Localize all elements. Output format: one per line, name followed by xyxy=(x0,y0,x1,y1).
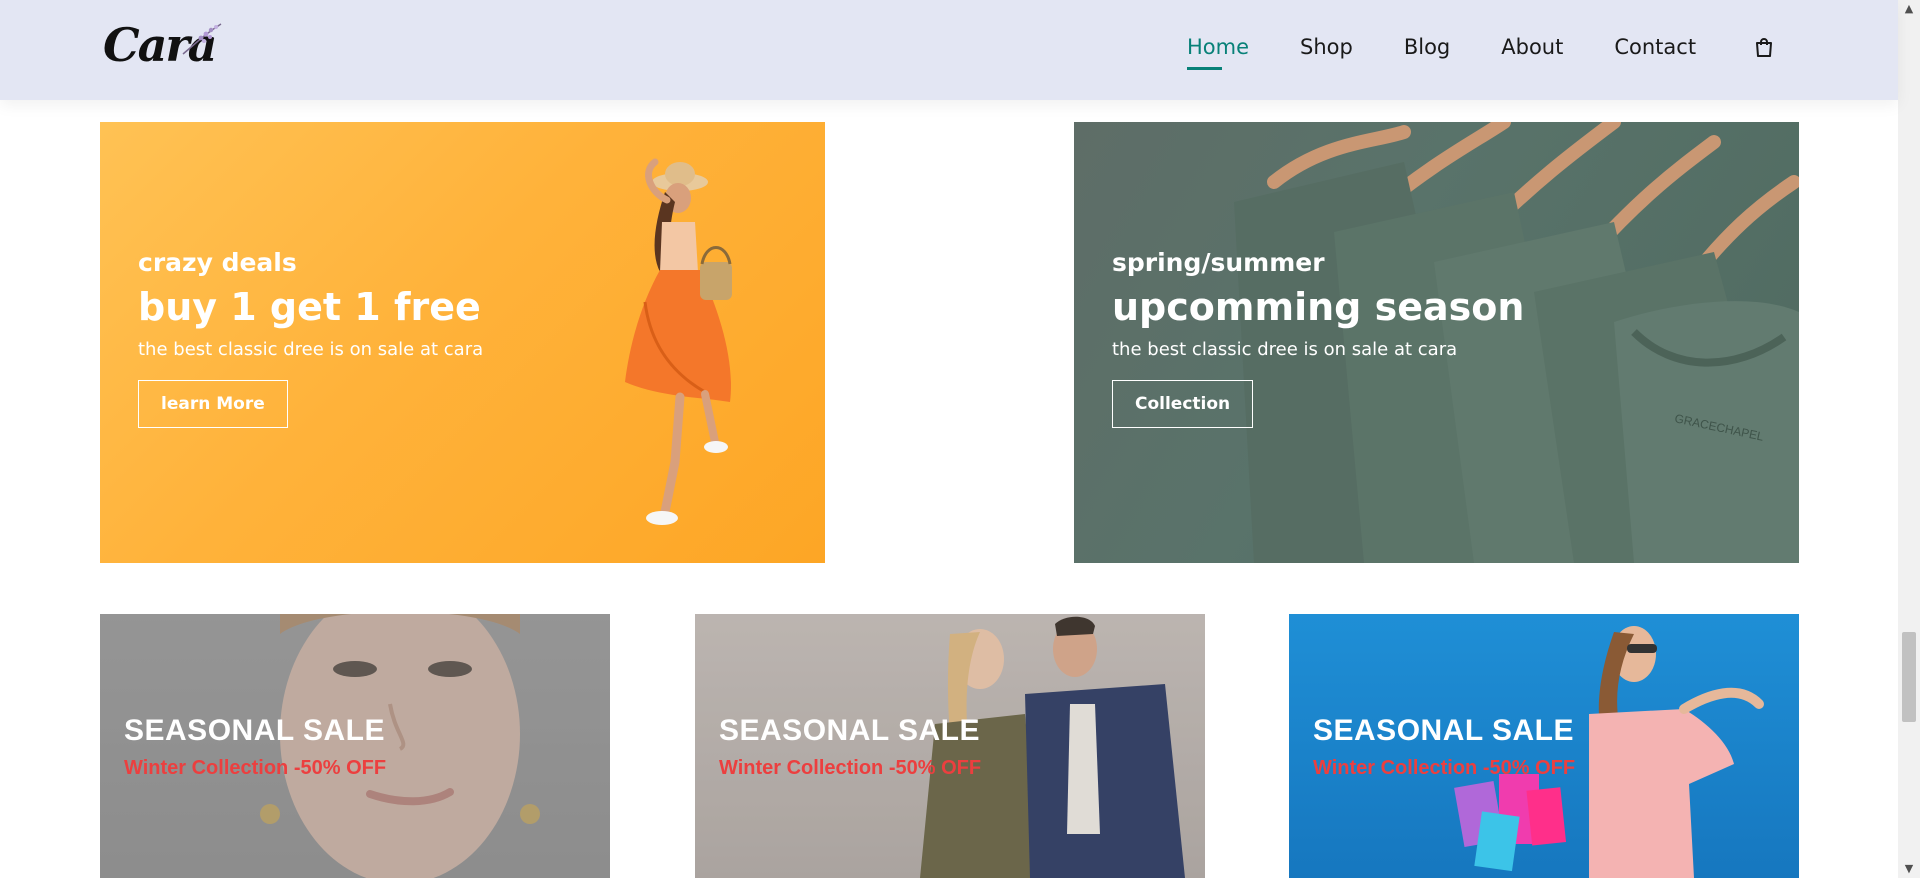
banner-description: the best classic dree is on sale at cara xyxy=(1112,339,1458,360)
nav-contact[interactable]: Contact xyxy=(1614,28,1696,66)
sale-description: Winter Collection -50% OFF xyxy=(1313,757,1576,779)
banner-description: the best classic dree is on sale at cara xyxy=(138,339,484,360)
seasonal-sale-banner-1[interactable]: SEASONAL SALE Winter Collection -50% OFF xyxy=(100,614,610,878)
banner-title: upcomming season xyxy=(1112,285,1525,329)
banner-crazy-deals-text: crazy deals buy 1 get 1 free the best cl… xyxy=(138,248,483,428)
seasonal-sale-text: SEASONAL SALE Winter Collection -50% OFF xyxy=(1313,713,1575,781)
nav-about[interactable]: About xyxy=(1501,28,1563,66)
collection-button[interactable]: Collection xyxy=(1112,380,1254,428)
sale-title: SEASONAL SALE xyxy=(719,714,980,747)
banner-crazy-deals: crazy deals buy 1 get 1 free the best cl… xyxy=(100,122,825,563)
shopping-bag-icon[interactable] xyxy=(1753,36,1775,58)
banner-subtitle: crazy deals xyxy=(138,248,297,277)
nav-home[interactable]: Home xyxy=(1187,28,1249,70)
banner-title: buy 1 get 1 free xyxy=(138,285,481,329)
banner-subtitle: spring/summer xyxy=(1112,248,1325,277)
site-header: Cara Home Shop Blog About Contact xyxy=(0,0,1898,100)
seasonal-sale-banner-3[interactable]: SEASONAL SALE Winter Collection -50% OFF xyxy=(1289,614,1799,878)
sale-description: Winter Collection -50% OFF xyxy=(719,757,982,779)
learn-more-button[interactable]: learn More xyxy=(138,380,288,428)
nav-shop[interactable]: Shop xyxy=(1300,28,1353,66)
seasonal-sale-text: SEASONAL SALE Winter Collection -50% OFF xyxy=(719,713,981,781)
cara-logo[interactable]: Cara xyxy=(103,16,223,74)
main-nav: Home Shop Blog About Contact xyxy=(1187,28,1747,70)
scrollbar-thumb[interactable] xyxy=(1902,632,1916,722)
sale-title: SEASONAL SALE xyxy=(124,714,385,747)
scroll-down-arrow-icon[interactable]: ▼ xyxy=(1898,860,1920,878)
banner-upcoming-season-text: spring/summer upcomming season the best … xyxy=(1112,248,1524,428)
page-scrollbar[interactable]: ▲ ▼ xyxy=(1898,0,1920,878)
sale-description: Winter Collection -50% OFF xyxy=(124,757,387,779)
woman-dancing-image xyxy=(625,158,732,525)
banner-upcoming-season: GRACECHAPEL spring/summer upcomming seas… xyxy=(1074,122,1799,563)
scroll-up-arrow-icon[interactable]: ▲ xyxy=(1898,0,1920,18)
nav-blog[interactable]: Blog xyxy=(1404,28,1450,66)
seasonal-sale-banner-2[interactable]: SEASONAL SALE Winter Collection -50% OFF xyxy=(695,614,1205,878)
seasonal-sale-text: SEASONAL SALE Winter Collection -50% OFF xyxy=(124,713,386,781)
sale-title: SEASONAL SALE xyxy=(1313,714,1574,747)
lavender-sprig-icon xyxy=(182,23,222,55)
